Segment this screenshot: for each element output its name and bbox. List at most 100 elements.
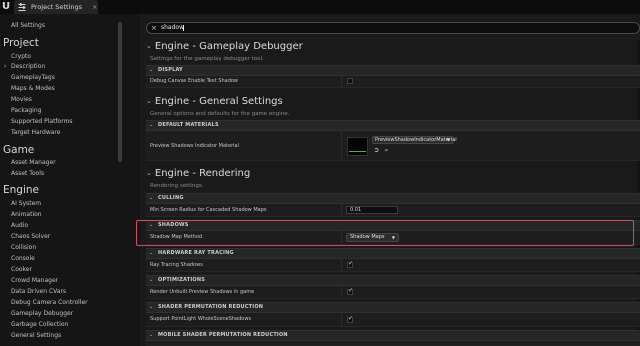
- section-title-rendering[interactable]: ⌄ Engine - Rendering: [146, 166, 250, 181]
- column-divider[interactable]: [341, 259, 342, 271]
- chevron-right-icon: ›: [4, 63, 7, 70]
- column-divider[interactable]: [341, 313, 342, 326]
- chevron-down-icon: ⌄: [149, 332, 154, 338]
- column-divider[interactable]: [341, 204, 342, 216]
- asset-name: PreviewShadowIndicatorMaterial: [375, 137, 457, 143]
- category-display[interactable]: ⌄ DISPLAY: [146, 65, 640, 76]
- property-label: Render Unbuilt Preview Shadows in game: [150, 289, 255, 295]
- settings-sliders-icon: [18, 3, 26, 11]
- section-title-text: Engine - Gameplay Debugger: [154, 41, 303, 52]
- min-screen-radius-input[interactable]: 0.01: [346, 206, 398, 214]
- chevron-down-icon: ⌄: [146, 42, 152, 50]
- category-mobile-shader-permutation-reduction[interactable]: ⌄ MOBILE SHADER PERMUTATION REDUCTION: [146, 330, 640, 341]
- sidebar-item-console[interactable]: Console: [11, 254, 35, 264]
- sidebar-item-cooker[interactable]: Cooker: [11, 265, 32, 275]
- ray-tracing-shadows-checkbox[interactable]: [347, 260, 353, 268]
- section-subtitle-gameplay-debugger: Settings for the gameplay debugger tool.: [150, 56, 264, 62]
- sidebar-heading-engine: Engine: [3, 184, 39, 196]
- category-label: HARDWARE RAY TRACING: [158, 250, 234, 256]
- property-label: Support PointLight WholeSceneShadows: [150, 316, 252, 322]
- category-label: CULLING: [158, 195, 184, 201]
- sidebar-item-gameplay-debugger[interactable]: Gameplay Debugger: [11, 309, 73, 319]
- sidebar-item-maps-modes[interactable]: Maps & Modes: [11, 84, 55, 94]
- thumbnail-preview-mark: [349, 151, 366, 152]
- property-row-ray-tracing-shadows: Ray Tracing Shadows: [146, 259, 640, 272]
- property-row-partial: [146, 341, 640, 346]
- section-subtitle-rendering: Rendering settings.: [150, 183, 204, 189]
- close-tab-icon[interactable]: ×: [92, 0, 97, 14]
- debug-canvas-text-shadow-checkbox[interactable]: [347, 78, 353, 84]
- chevron-down-icon: ⌄: [149, 277, 154, 283]
- arrow-right-circle-icon[interactable]: ➲: [373, 147, 380, 154]
- property-label: Ray Tracing Shadows: [150, 262, 203, 268]
- chevron-down-icon: ⌄: [149, 122, 154, 128]
- sidebar-item-general-settings[interactable]: General Settings: [11, 331, 61, 341]
- clear-search-icon[interactable]: ×: [151, 23, 157, 33]
- shadows-highlight-box: [136, 220, 634, 246]
- property-row-support-pointlight-shadows: Support PointLight WholeSceneShadows: [146, 313, 640, 327]
- category-shader-permutation-reduction[interactable]: ⌄ SHADER PERMUTATION REDUCTION: [146, 302, 640, 313]
- category-optimizations[interactable]: ⌄ OPTIMIZATIONS: [146, 275, 640, 286]
- sidebar-scrollbar[interactable]: [118, 22, 122, 162]
- sidebar-item-ai-system[interactable]: AI System: [11, 199, 41, 209]
- chevron-down-icon: ⌄: [149, 67, 154, 73]
- title-bar: U Project Settings ×: [0, 0, 640, 14]
- search-box[interactable]: ×: [146, 22, 640, 34]
- sidebar-item-packaging[interactable]: Packaging: [11, 106, 41, 116]
- sidebar-item-movies[interactable]: Movies: [11, 95, 32, 105]
- property-label: Preview Shadows Indicator Material: [150, 143, 239, 149]
- search-icon[interactable]: ⌕: [383, 147, 390, 154]
- property-label: Debug Canvas Enable Text Shadow: [150, 78, 239, 84]
- category-label: DEFAULT MATERIALS: [158, 122, 219, 128]
- chevron-down-icon: ⌄: [149, 195, 154, 201]
- column-divider[interactable]: [341, 286, 342, 298]
- sidebar-item-animation[interactable]: Animation: [11, 210, 42, 220]
- sidebar-heading-project: Project: [3, 37, 39, 49]
- chevron-down-icon: ⌄: [149, 250, 154, 256]
- sidebar-item-crypto[interactable]: Crypto: [11, 52, 31, 62]
- category-label: MOBILE SHADER PERMUTATION REDUCTION: [158, 332, 288, 338]
- section-subtitle-general-settings: General options and defaults for the gam…: [150, 111, 290, 117]
- sidebar-item-chaos-solver[interactable]: Chaos Solver: [11, 232, 50, 242]
- sidebar-item-asset-manager[interactable]: Asset Manager: [11, 158, 56, 168]
- property-label: Min Screen Radius for Cascaded Shadow Ma…: [150, 207, 267, 213]
- category-culling[interactable]: ⌄ CULLING: [146, 193, 640, 204]
- text-caret: [183, 25, 184, 31]
- search-input[interactable]: [161, 23, 461, 33]
- sidebar-item-asset-tools[interactable]: Asset Tools: [11, 169, 44, 179]
- category-hardware-ray-tracing[interactable]: ⌄ HARDWARE RAY TRACING: [146, 248, 640, 259]
- chevron-down-icon: ⌄: [149, 304, 154, 310]
- section-title-text: Engine - General Settings: [154, 96, 283, 107]
- sidebar-item-debug-camera-controller[interactable]: Debug Camera Controller: [11, 298, 88, 308]
- section-title-gameplay-debugger[interactable]: ⌄ Engine - Gameplay Debugger: [146, 39, 303, 54]
- sidebar-item-description[interactable]: Description: [11, 62, 45, 72]
- sidebar-item-collision[interactable]: Collision: [11, 243, 36, 253]
- sidebar-heading-game: Game: [3, 144, 35, 156]
- sidebar-item-garbage-collection[interactable]: Garbage Collection: [11, 320, 68, 330]
- render-unbuilt-preview-shadows-checkbox[interactable]: [347, 287, 353, 295]
- column-divider[interactable]: [341, 76, 342, 87]
- chevron-down-icon: ⌄: [146, 97, 152, 105]
- category-label: OPTIMIZATIONS: [158, 277, 206, 283]
- material-asset-picker[interactable]: PreviewShadowIndicatorMaterial ▼: [372, 136, 457, 144]
- category-default-materials[interactable]: ⌄ DEFAULT MATERIALS: [146, 120, 640, 131]
- category-label: DISPLAY: [158, 67, 183, 73]
- unreal-logo-icon: U: [2, 1, 11, 12]
- sidebar-item-gameplaytags[interactable]: GameplayTags: [11, 73, 55, 83]
- caret-down-icon: ▼: [446, 137, 450, 142]
- tab-label: Project Settings: [31, 3, 82, 11]
- support-pointlight-shadows-checkbox[interactable]: [347, 315, 353, 323]
- property-row-debug-canvas-text-shadow: Debug Canvas Enable Text Shadow: [146, 76, 640, 88]
- chevron-down-icon: ⌄: [146, 169, 152, 177]
- section-title-general-settings[interactable]: ⌄ Engine - General Settings: [146, 94, 283, 109]
- sidebar-item-supported-platforms[interactable]: Supported Platforms: [11, 117, 73, 127]
- sidebar-all-settings[interactable]: All Settings: [11, 21, 45, 31]
- sidebar-item-target-hardware[interactable]: Target Hardware: [11, 128, 60, 138]
- sidebar-item-audio[interactable]: Audio: [11, 221, 28, 231]
- column-divider[interactable]: [341, 131, 342, 160]
- material-thumbnail[interactable]: [347, 137, 368, 156]
- section-title-text: Engine - Rendering: [154, 168, 251, 179]
- sidebar-item-crowd-manager[interactable]: Crowd Manager: [11, 276, 58, 286]
- tab-project-settings[interactable]: Project Settings ×: [14, 0, 98, 14]
- sidebar-item-data-driven-cvars[interactable]: Data Driven CVars: [11, 287, 66, 297]
